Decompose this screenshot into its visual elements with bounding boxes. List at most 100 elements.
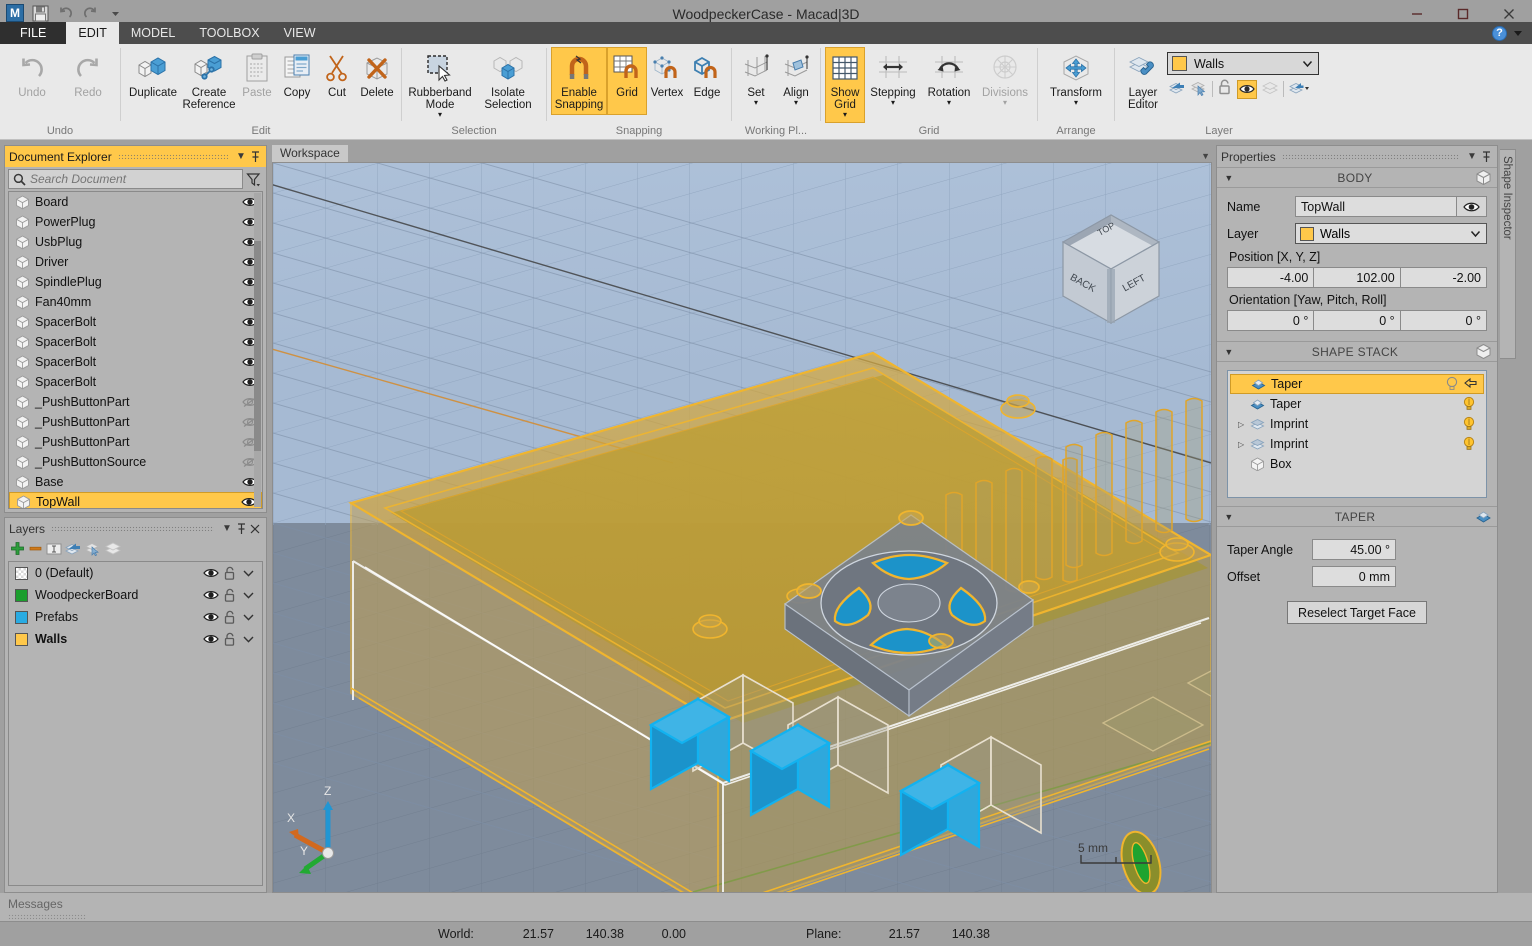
shape-stack-row[interactable]: Taper bbox=[1230, 394, 1484, 414]
viewport-3d[interactable]: TOP BACK LEFT Z X Y 5 mm bbox=[272, 162, 1212, 893]
document-tree-row[interactable]: _PushButtonPart bbox=[9, 412, 262, 432]
move-to-layer-icon[interactable] bbox=[1168, 80, 1186, 99]
bulb-off-icon[interactable] bbox=[1445, 376, 1463, 393]
workplane-set-button[interactable]: Set ▾ bbox=[736, 47, 776, 115]
layer-row[interactable]: Prefabs bbox=[9, 606, 262, 628]
shape-stack-row[interactable]: ▷Imprint bbox=[1230, 414, 1484, 434]
position-x-field[interactable]: -4.00 bbox=[1227, 267, 1313, 288]
layer-editor-button[interactable]: Layer Editor bbox=[1119, 47, 1167, 115]
close-panel-icon[interactable] bbox=[248, 521, 262, 537]
document-tree-row[interactable]: SpindlePlug bbox=[9, 272, 262, 292]
unlock-icon[interactable] bbox=[220, 632, 239, 646]
workspace-tab[interactable]: Workspace bbox=[272, 145, 348, 162]
layer-stack-icon[interactable] bbox=[105, 541, 122, 559]
paste-button[interactable]: Paste bbox=[237, 47, 277, 115]
snap-grid-button[interactable]: Grid bbox=[607, 47, 647, 115]
reselect-target-face-button[interactable]: Reselect Target Face bbox=[1287, 601, 1427, 624]
show-grid-button[interactable]: Show Grid ▾ bbox=[825, 47, 865, 123]
section-header-body[interactable]: ▼ BODY bbox=[1217, 167, 1497, 188]
search-input-wrap[interactable] bbox=[8, 169, 243, 189]
lock-layer-icon[interactable] bbox=[1217, 79, 1233, 99]
collapse-caret-icon[interactable]: ▼ bbox=[1217, 173, 1241, 183]
chevron-down-icon[interactable] bbox=[239, 567, 258, 579]
rotation-button[interactable]: Rotation ▾ bbox=[921, 47, 977, 115]
name-field[interactable]: TopWall bbox=[1295, 196, 1457, 217]
shape-stack-row[interactable]: Box bbox=[1230, 454, 1484, 474]
shape-stack-list[interactable]: TaperTaper▷Imprint▷ImprintBox bbox=[1227, 370, 1487, 498]
rubberband-mode-button[interactable]: Rubberband Mode ▾ bbox=[406, 47, 474, 123]
layers-list[interactable]: 0 (Default)WoodpeckerBoardPrefabsWalls bbox=[8, 561, 263, 886]
snap-edge-button[interactable]: Edge bbox=[687, 47, 727, 115]
unlock-icon[interactable] bbox=[220, 566, 239, 580]
chevron-down-icon[interactable]: ▾ bbox=[1074, 99, 1078, 107]
panel-menu-caret-icon[interactable]: ▼ bbox=[220, 521, 234, 537]
divisions-button[interactable]: Divisions ▾ bbox=[977, 47, 1033, 115]
tab-view[interactable]: VIEW bbox=[272, 22, 328, 44]
document-tree-row[interactable]: SpacerBolt bbox=[9, 312, 262, 332]
orientation-roll-field[interactable]: 0 ° bbox=[1400, 310, 1487, 331]
view-cube-face-left[interactable]: LEFT bbox=[1121, 273, 1148, 294]
expand-triangle-icon[interactable]: ▷ bbox=[1238, 420, 1250, 429]
chevron-down-icon[interactable] bbox=[1469, 227, 1482, 240]
expand-triangle-icon[interactable]: ▷ bbox=[1238, 440, 1250, 449]
section-header-shape-stack[interactable]: ▼ SHAPE STACK bbox=[1217, 341, 1497, 362]
layer-row[interactable]: WoodpeckerBoard bbox=[9, 584, 262, 606]
collapse-caret-icon[interactable]: ▼ bbox=[1217, 347, 1241, 357]
taper-angle-field[interactable]: 45.00 ° bbox=[1312, 539, 1396, 560]
snap-vertex-button[interactable]: Vertex bbox=[647, 47, 687, 115]
delete-button[interactable]: Delete bbox=[357, 47, 397, 115]
unlock-icon[interactable] bbox=[220, 610, 239, 624]
chevron-down-icon[interactable] bbox=[239, 589, 258, 601]
search-input[interactable] bbox=[30, 172, 238, 186]
layer-row[interactable]: Walls bbox=[9, 628, 262, 650]
chevron-down-icon[interactable]: ▾ bbox=[891, 99, 895, 107]
chevron-down-icon[interactable]: ▾ bbox=[843, 111, 847, 119]
viewport-menu-caret-icon[interactable]: ▼ bbox=[1201, 151, 1210, 161]
document-tree-row[interactable]: Driver bbox=[9, 252, 262, 272]
undo-button[interactable]: Undo bbox=[4, 47, 60, 115]
drag-handle[interactable] bbox=[118, 154, 228, 159]
document-tree-row[interactable]: Base bbox=[9, 472, 262, 492]
chevron-down-icon[interactable] bbox=[239, 611, 258, 623]
chevron-down-icon[interactable]: ▾ bbox=[1003, 99, 1007, 107]
copy-button[interactable]: Copy bbox=[277, 47, 317, 115]
shape-stack-row[interactable]: ▷Imprint bbox=[1230, 434, 1484, 454]
help-icon[interactable]: ? bbox=[1492, 26, 1507, 41]
ribbon-options-caret-icon[interactable] bbox=[1512, 27, 1524, 39]
chevron-down-icon[interactable] bbox=[1301, 57, 1314, 70]
eye-icon[interactable] bbox=[201, 611, 220, 623]
document-tree-row[interactable]: _PushButtonSource bbox=[9, 452, 262, 472]
chevron-down-icon[interactable] bbox=[239, 633, 258, 645]
cut-button[interactable]: Cut bbox=[317, 47, 357, 115]
section-header-taper[interactable]: ▼ TAPER bbox=[1217, 506, 1497, 527]
messages-drag-handle[interactable] bbox=[8, 914, 86, 920]
panel-menu-caret-icon[interactable]: ▼ bbox=[1465, 149, 1479, 165]
select-layer-icon[interactable] bbox=[1190, 80, 1208, 99]
collapse-caret-icon[interactable]: ▼ bbox=[1217, 512, 1241, 522]
document-tree[interactable]: BoardPowerPlugUsbPlugDriverSpindlePlugFa… bbox=[8, 191, 263, 509]
eye-icon[interactable] bbox=[201, 589, 220, 601]
name-visibility-eye-icon[interactable] bbox=[1457, 196, 1487, 217]
layer-combobox[interactable]: Walls bbox=[1167, 52, 1319, 75]
layer-dropdown[interactable]: Walls bbox=[1295, 223, 1487, 244]
panel-menu-caret-icon[interactable]: ▼ bbox=[234, 149, 248, 165]
duplicate-button[interactable]: Duplicate bbox=[125, 47, 181, 115]
layer-options-icon[interactable] bbox=[1288, 80, 1310, 99]
workplane-align-button[interactable]: Align ▾ bbox=[776, 47, 816, 115]
chevron-down-icon[interactable]: ▾ bbox=[947, 99, 951, 107]
document-tree-row[interactable]: Fan40mm bbox=[9, 292, 262, 312]
visible-layer-icon[interactable] bbox=[1237, 80, 1257, 99]
chevron-down-icon[interactable]: ▾ bbox=[438, 111, 442, 119]
redo-button[interactable]: Redo bbox=[60, 47, 116, 115]
remove-layer-icon[interactable] bbox=[28, 541, 43, 559]
view-cube-face-back[interactable]: BACK bbox=[1068, 272, 1097, 295]
pin-icon[interactable] bbox=[1479, 149, 1493, 165]
document-tree-row[interactable]: TopWall bbox=[9, 492, 262, 509]
drag-handle[interactable] bbox=[51, 526, 214, 531]
eye-icon[interactable] bbox=[201, 633, 220, 645]
orientation-yaw-field[interactable]: 0 ° bbox=[1227, 310, 1313, 331]
eye-icon[interactable] bbox=[201, 567, 220, 579]
transform-button[interactable]: Transform ▾ bbox=[1042, 47, 1110, 115]
unlock-icon[interactable] bbox=[220, 588, 239, 602]
document-tree-row[interactable]: _PushButtonPart bbox=[9, 392, 262, 412]
